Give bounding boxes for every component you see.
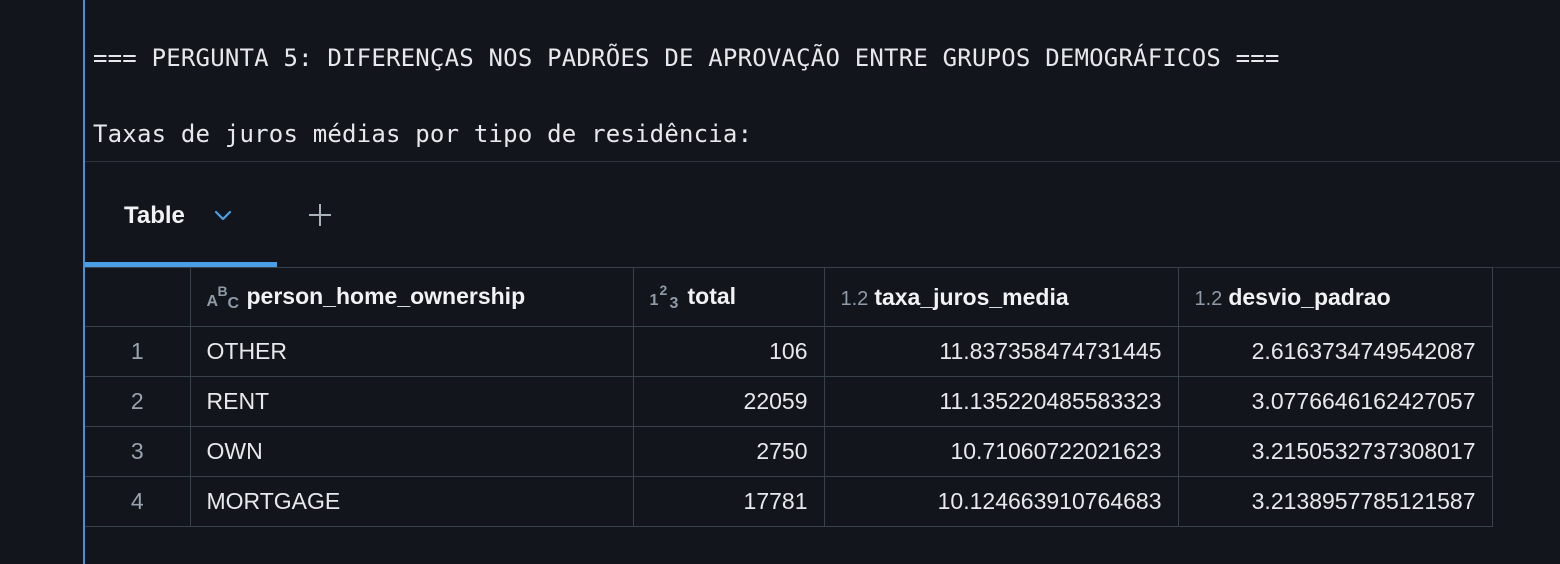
cell-person-home-ownership[interactable]: MORTGAGE xyxy=(189,476,634,527)
cell-taxa-juros-media[interactable]: 11.135220485583323 xyxy=(823,376,1179,427)
row-index: 3 xyxy=(85,426,191,477)
column-header-total[interactable]: 123 total xyxy=(632,267,825,327)
integer-type-icon: 123 xyxy=(649,281,679,312)
cell-taxa-juros-media[interactable]: 11.837358474731445 xyxy=(823,326,1179,377)
float-type-icon: 1.2 xyxy=(840,287,869,310)
column-header-label: desvio_padrao xyxy=(1228,283,1391,310)
column-header-label: taxa_juros_media xyxy=(874,283,1069,310)
table-row[interactable]: 1 OTHER 106 11.837358474731445 2.6163734… xyxy=(85,326,1493,377)
column-header-label: total xyxy=(687,283,737,310)
output-heading: === PERGUNTA 5: DIFERENÇAS NOS PADRÕES D… xyxy=(93,44,1280,72)
cell-person-home-ownership[interactable]: OWN xyxy=(189,426,634,477)
cell-taxa-juros-media[interactable]: 10.124663910764683 xyxy=(823,476,1179,527)
row-index: 4 xyxy=(85,476,191,527)
result-tabs: Table xyxy=(85,162,1560,268)
column-header-taxa-juros-media[interactable]: 1.2 taxa_juros_media xyxy=(823,267,1179,327)
column-header-desvio-padrao[interactable]: 1.2 desvio_padrao xyxy=(1177,267,1493,327)
chevron-down-icon[interactable] xyxy=(213,208,233,222)
cell-taxa-juros-media[interactable]: 10.71060722021623 xyxy=(823,426,1179,477)
table-row[interactable]: 3 OWN 2750 10.71060722021623 3.215053273… xyxy=(85,426,1493,477)
row-index: 2 xyxy=(85,376,191,427)
cell-desvio-padrao[interactable]: 3.2150532737308017 xyxy=(1177,426,1493,477)
output-subheading: Taxas de juros médias por tipo de residê… xyxy=(93,120,753,148)
tab-table-label: Table xyxy=(124,202,185,229)
tab-table[interactable]: Table xyxy=(85,162,277,268)
table-header-row: ABC person_home_ownership 123 total 1.2 t… xyxy=(85,267,1493,327)
results-table: ABC person_home_ownership 123 total 1.2 t… xyxy=(85,267,1493,527)
column-header-person-home-ownership[interactable]: ABC person_home_ownership xyxy=(189,267,634,327)
column-header-label: person_home_ownership xyxy=(246,283,526,310)
row-index: 1 xyxy=(85,326,191,377)
float-type-icon: 1.2 xyxy=(1194,287,1223,310)
notebook-page: === PERGUNTA 5: DIFERENÇAS NOS PADRÕES D… xyxy=(0,0,1560,564)
string-type-icon: ABC xyxy=(206,282,240,312)
index-header xyxy=(85,267,191,327)
cell-total[interactable]: 22059 xyxy=(632,376,825,427)
plus-icon[interactable] xyxy=(307,202,333,228)
cell-person-home-ownership[interactable]: OTHER xyxy=(189,326,634,377)
cell-desvio-padrao[interactable]: 3.0776646162427057 xyxy=(1177,376,1493,427)
cell-output: === PERGUNTA 5: DIFERENÇAS NOS PADRÕES D… xyxy=(85,0,1560,564)
cell-total[interactable]: 106 xyxy=(632,326,825,377)
cell-total[interactable]: 17781 xyxy=(632,476,825,527)
cell-total[interactable]: 2750 xyxy=(632,426,825,477)
table-row[interactable]: 4 MORTGAGE 17781 10.124663910764683 3.21… xyxy=(85,476,1493,527)
cell-person-home-ownership[interactable]: RENT xyxy=(189,376,634,427)
cell-desvio-padrao[interactable]: 2.6163734749542087 xyxy=(1177,326,1493,377)
cell-desvio-padrao[interactable]: 3.2138957785121587 xyxy=(1177,476,1493,527)
table-row[interactable]: 2 RENT 22059 11.135220485583323 3.077664… xyxy=(85,376,1493,427)
